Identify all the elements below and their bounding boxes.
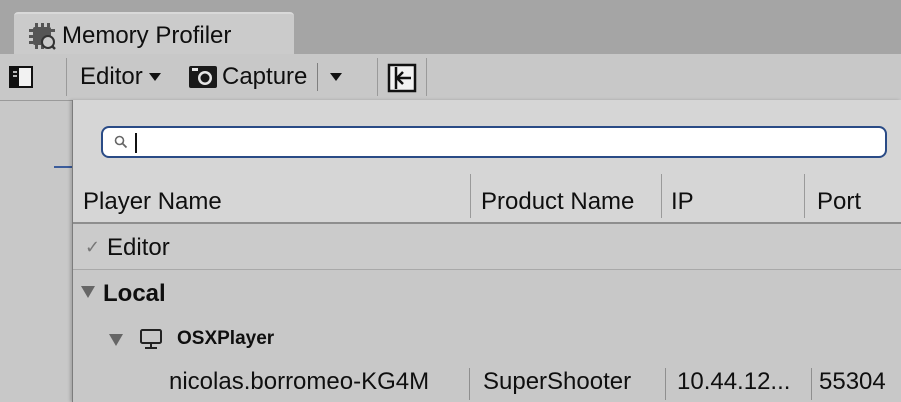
column-header-product-name[interactable]: Product Name [481, 188, 634, 216]
tab-memory-profiler[interactable]: Memory Profiler [14, 12, 294, 54]
product-name-cell: SuperShooter [483, 368, 632, 395]
group-label: Local [103, 280, 166, 307]
search-input[interactable] [133, 131, 873, 153]
port-cell: 55304 [819, 368, 886, 395]
capture-button[interactable]: Capture [188, 60, 343, 94]
player-name-cell: nicolas.borromeo-KG4M [169, 368, 430, 395]
toolbar-separator [377, 58, 378, 96]
window-tab-strip: Memory Profiler [0, 0, 901, 54]
target-dropdown[interactable]: Editor [80, 60, 161, 94]
search-area [73, 100, 901, 166]
group-osxplayer[interactable]: OSXPlayer [73, 316, 901, 362]
cell-separator [469, 368, 470, 400]
table-row[interactable]: nicolas.borromeo-KG4M SuperShooter 10.44… [73, 362, 901, 402]
list-item-label: Editor [107, 234, 170, 261]
column-divider[interactable] [661, 174, 662, 218]
chevron-down-icon[interactable] [330, 73, 343, 81]
sidebar-toggle-icon[interactable] [8, 64, 34, 90]
column-divider[interactable] [804, 174, 805, 218]
chevron-down-icon [148, 73, 161, 81]
import-icon[interactable] [386, 62, 418, 94]
expand-triangle-icon[interactable] [109, 334, 123, 346]
camera-icon [189, 66, 217, 88]
capture-split-divider [317, 63, 319, 91]
tab-title: Memory Profiler [62, 22, 232, 49]
target-selection-popup: Player Name Product Name IP Port ✓ Edito… [72, 100, 901, 402]
column-header-port[interactable]: Port [817, 188, 861, 216]
group-local[interactable]: Local [73, 270, 901, 316]
target-dropdown-label: Editor [80, 63, 143, 90]
capture-button-label: Capture [222, 63, 308, 90]
table-header: Player Name Product Name IP Port [73, 166, 901, 224]
background-arc [0, 256, 22, 304]
text-caret [135, 133, 137, 153]
toolbar-separator [66, 58, 67, 96]
column-header-ip[interactable]: IP [671, 188, 694, 216]
column-divider[interactable] [470, 174, 471, 218]
search-icon [114, 135, 128, 149]
monitor-icon [140, 329, 162, 349]
ip-cell: 10.44.12... [677, 368, 791, 395]
memory-profiler-icon [29, 23, 56, 50]
list-item-editor[interactable]: ✓ Editor [73, 224, 901, 270]
search-field[interactable] [101, 126, 887, 158]
cell-separator [811, 368, 812, 400]
expand-triangle-icon[interactable] [81, 286, 95, 298]
column-header-player-name[interactable]: Player Name [83, 188, 222, 216]
checkmark-icon: ✓ [85, 237, 101, 257]
cell-separator [665, 368, 666, 400]
toolbar: Editor Capture [0, 54, 901, 101]
group-label: OSXPlayer [177, 328, 275, 349]
toolbar-separator [426, 58, 427, 96]
